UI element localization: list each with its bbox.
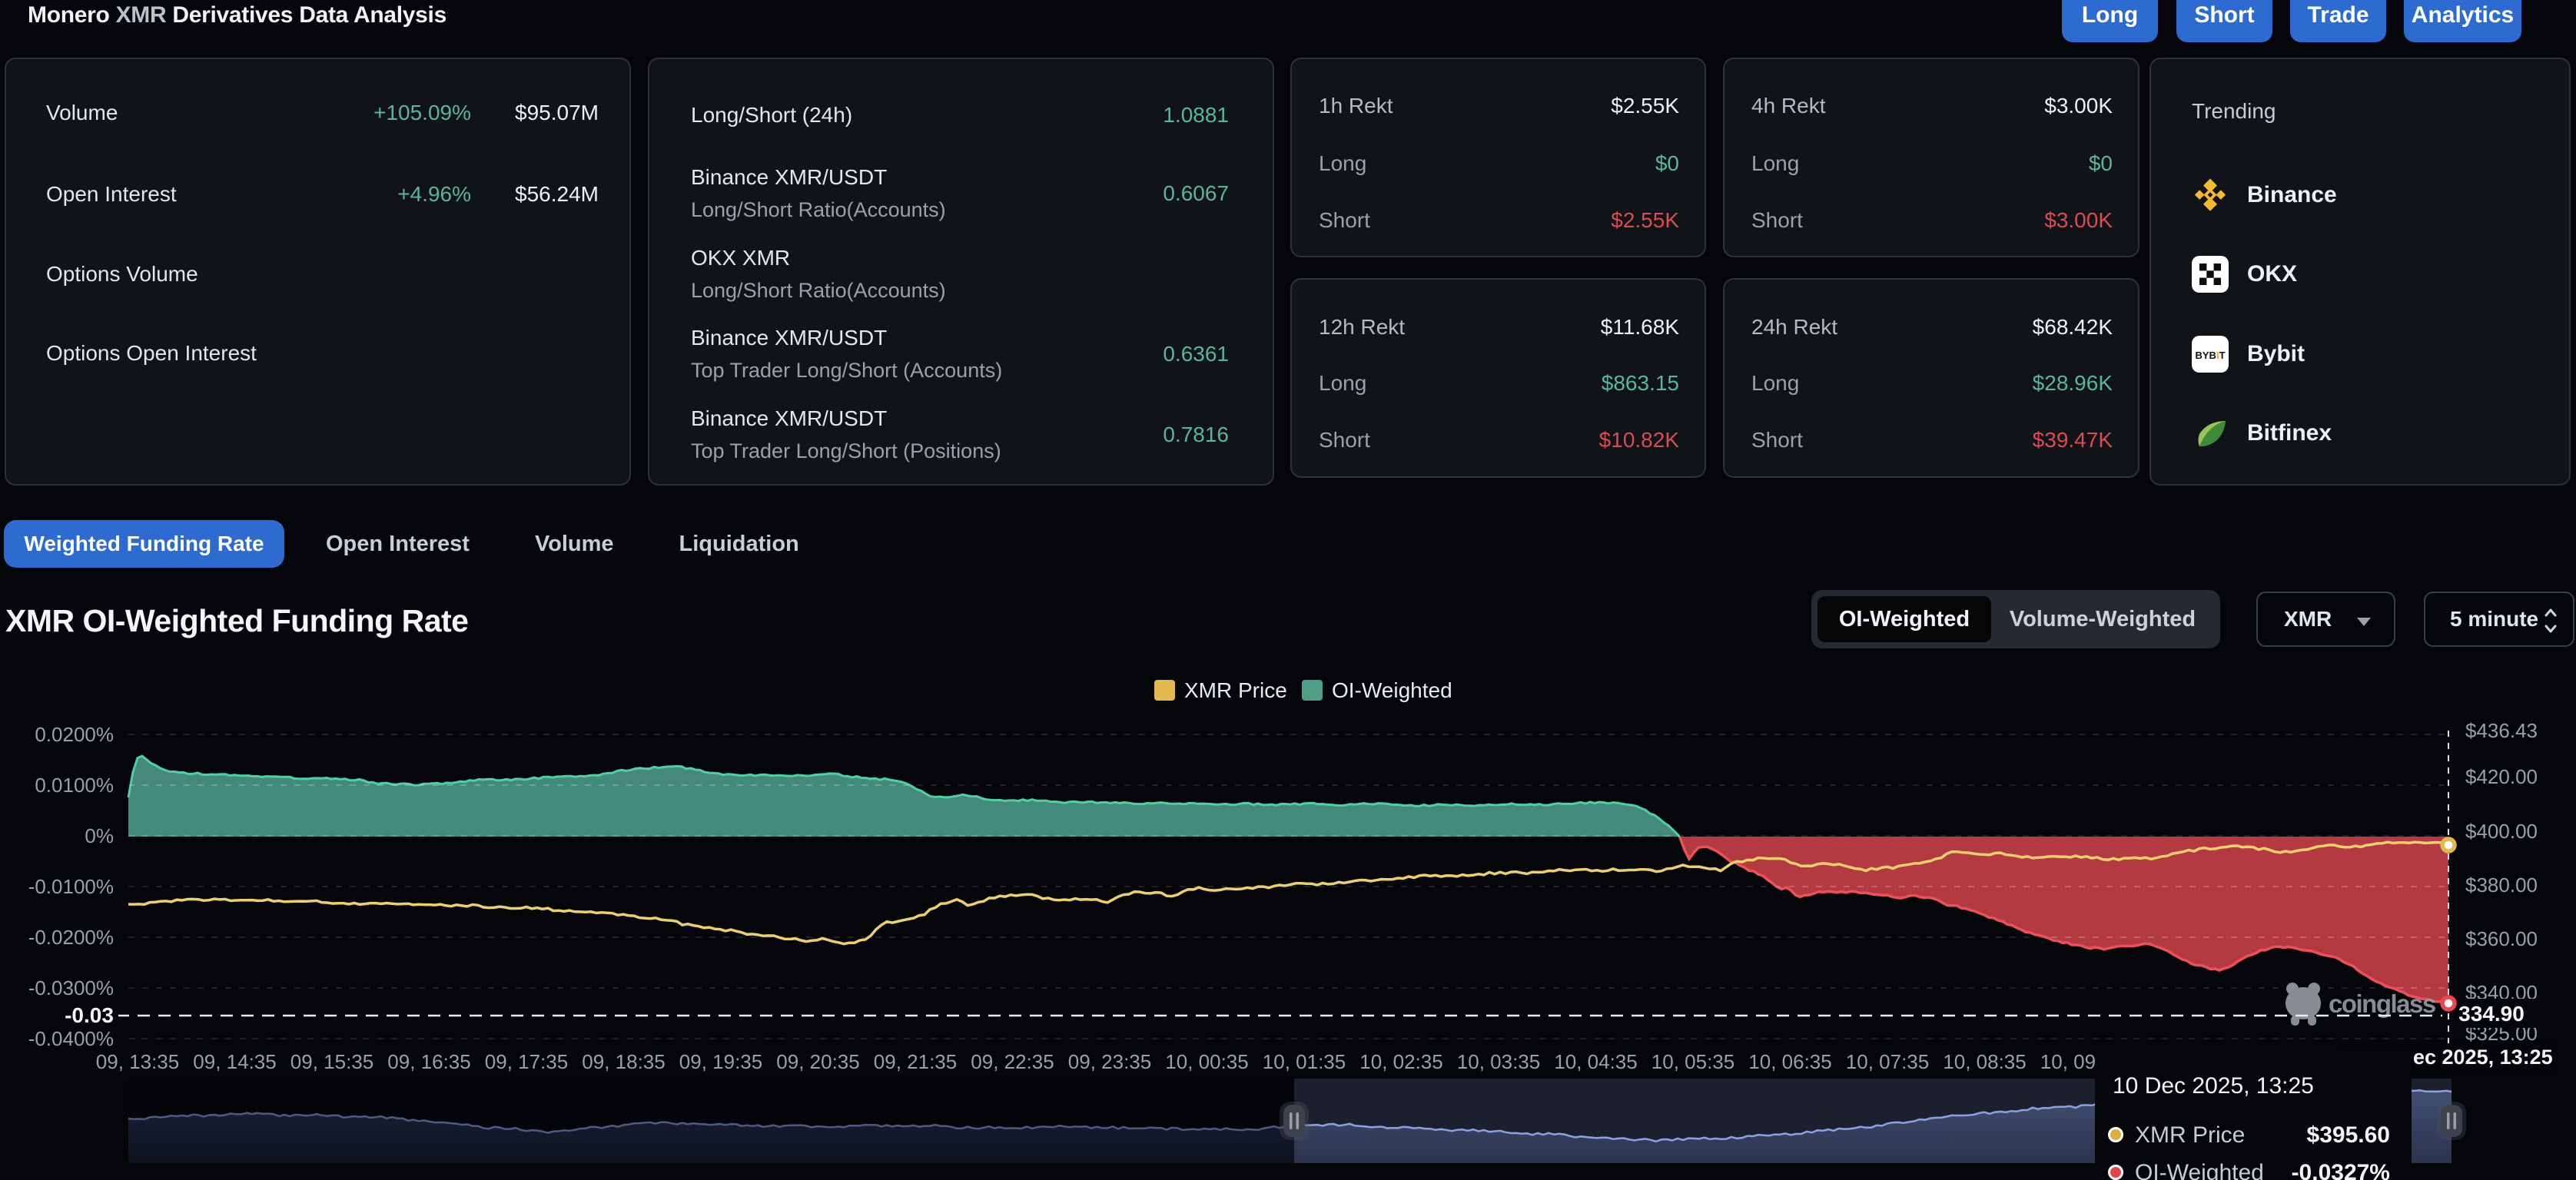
svg-text:10, 01:35: 10, 01:35 bbox=[1263, 1050, 1346, 1073]
svg-text:$400.00: $400.00 bbox=[2465, 820, 2538, 843]
svg-text:09, 15:35: 09, 15:35 bbox=[290, 1050, 373, 1073]
svg-text:10, 08:35: 10, 08:35 bbox=[1943, 1050, 2026, 1073]
svg-text:10, 07:35: 10, 07:35 bbox=[1846, 1050, 1929, 1073]
svg-text:-0.0327%: -0.0327% bbox=[2292, 1160, 2390, 1180]
svg-text:0.0100%: 0.0100% bbox=[35, 774, 114, 797]
svg-text:10, 02:35: 10, 02:35 bbox=[1359, 1050, 1442, 1073]
svg-text:09, 20:35: 09, 20:35 bbox=[776, 1050, 859, 1073]
svg-text:334.90: 334.90 bbox=[2458, 1002, 2525, 1026]
svg-text:-0.03: -0.03 bbox=[65, 1003, 114, 1027]
svg-text:09, 23:35: 09, 23:35 bbox=[1068, 1050, 1151, 1073]
svg-text:$380.00: $380.00 bbox=[2465, 873, 2538, 897]
svg-text:XMR Price: XMR Price bbox=[2135, 1122, 2245, 1148]
svg-text:09, 16:35: 09, 16:35 bbox=[387, 1050, 470, 1073]
svg-text:OI-Weighted: OI-Weighted bbox=[2135, 1160, 2264, 1180]
svg-text:10, 03:35: 10, 03:35 bbox=[1457, 1050, 1540, 1073]
svg-text:$436.43: $436.43 bbox=[2465, 719, 2538, 742]
svg-text:XMR Price: XMR Price bbox=[1184, 678, 1287, 702]
svg-text:$360.00: $360.00 bbox=[2465, 927, 2538, 950]
svg-text:10, 06:35: 10, 06:35 bbox=[1748, 1050, 1831, 1073]
svg-text:10, 00:35: 10, 00:35 bbox=[1165, 1050, 1248, 1073]
svg-text:coinglass: coinglass bbox=[2329, 989, 2435, 1018]
svg-text:09, 18:35: 09, 18:35 bbox=[582, 1050, 665, 1073]
svg-text:09, 19:35: 09, 19:35 bbox=[679, 1050, 762, 1073]
svg-text:ec 2025, 13:25: ec 2025, 13:25 bbox=[2413, 1046, 2553, 1069]
svg-text:09, 14:35: 09, 14:35 bbox=[193, 1050, 276, 1073]
svg-text:10, 04:35: 10, 04:35 bbox=[1554, 1050, 1637, 1073]
svg-text:09, 22:35: 09, 22:35 bbox=[971, 1050, 1054, 1073]
svg-text:-0.0300%: -0.0300% bbox=[28, 976, 114, 999]
svg-text:09, 13:35: 09, 13:35 bbox=[96, 1050, 179, 1073]
svg-text:BYBIT: BYBIT bbox=[2195, 350, 2225, 361]
svg-text:OI-Weighted: OI-Weighted bbox=[1332, 678, 1452, 702]
svg-text:0.0200%: 0.0200% bbox=[35, 723, 114, 746]
svg-text:$420.00: $420.00 bbox=[2465, 765, 2538, 788]
svg-text:10, 05:35: 10, 05:35 bbox=[1651, 1050, 1734, 1073]
svg-text:09, 17:35: 09, 17:35 bbox=[485, 1050, 568, 1073]
svg-text:10 Dec 2025, 13:25: 10 Dec 2025, 13:25 bbox=[2113, 1073, 2314, 1099]
svg-text:-0.0200%: -0.0200% bbox=[28, 926, 114, 949]
svg-text:-0.0100%: -0.0100% bbox=[28, 875, 114, 898]
svg-text:0%: 0% bbox=[85, 824, 114, 847]
svg-text:09, 21:35: 09, 21:35 bbox=[874, 1050, 957, 1073]
svg-text:$395.60: $395.60 bbox=[2307, 1122, 2390, 1148]
